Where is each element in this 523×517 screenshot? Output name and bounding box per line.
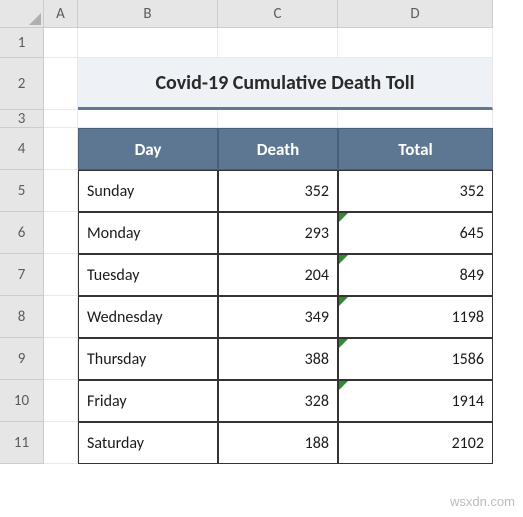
- table-cell-day[interactable]: Saturday: [78, 422, 218, 464]
- cell-a2[interactable]: [44, 58, 78, 110]
- cell-a5[interactable]: [44, 170, 78, 212]
- table-cell-death[interactable]: 204: [218, 254, 338, 296]
- table-cell-total[interactable]: 352: [338, 170, 493, 212]
- row-header-7[interactable]: 7: [0, 254, 44, 296]
- cell-c3[interactable]: [218, 110, 338, 128]
- cell-b3[interactable]: [78, 110, 218, 128]
- table-header-day[interactable]: Day: [78, 128, 218, 170]
- row-header-3[interactable]: 3: [0, 110, 44, 128]
- cell-a8[interactable]: [44, 296, 78, 338]
- col-header-c[interactable]: C: [218, 0, 338, 28]
- table-cell-total[interactable]: 1586: [338, 338, 493, 380]
- table-cell-death[interactable]: 349: [218, 296, 338, 338]
- table-cell-total[interactable]: 645: [338, 212, 493, 254]
- cell-a3[interactable]: [44, 110, 78, 128]
- row-header-2[interactable]: 2: [0, 58, 44, 110]
- table-cell-day[interactable]: Sunday: [78, 170, 218, 212]
- row-header-10[interactable]: 10: [0, 380, 44, 422]
- cell-a9[interactable]: [44, 338, 78, 380]
- cell-a11[interactable]: [44, 422, 78, 464]
- cell-a10[interactable]: [44, 380, 78, 422]
- table-cell-day[interactable]: Thursday: [78, 338, 218, 380]
- table-header-total[interactable]: Total: [338, 128, 493, 170]
- row-header-8[interactable]: 8: [0, 296, 44, 338]
- cell-c1[interactable]: [218, 28, 338, 58]
- table-cell-day[interactable]: Friday: [78, 380, 218, 422]
- table-cell-day[interactable]: Monday: [78, 212, 218, 254]
- table-cell-day[interactable]: Tuesday: [78, 254, 218, 296]
- cell-d3[interactable]: [338, 110, 493, 128]
- table-cell-total[interactable]: 849: [338, 254, 493, 296]
- cell-d1[interactable]: [338, 28, 493, 58]
- cell-a1[interactable]: [44, 28, 78, 58]
- row-header-6[interactable]: 6: [0, 212, 44, 254]
- table-cell-death[interactable]: 328: [218, 380, 338, 422]
- table-cell-total[interactable]: 2102: [338, 422, 493, 464]
- col-header-b[interactable]: B: [78, 0, 218, 28]
- row-header-11[interactable]: 11: [0, 422, 44, 464]
- table-cell-death[interactable]: 388: [218, 338, 338, 380]
- select-all-corner[interactable]: [0, 0, 44, 28]
- table-header-death[interactable]: Death: [218, 128, 338, 170]
- row-header-1[interactable]: 1: [0, 28, 44, 58]
- watermark-text: wsxdn.com: [450, 494, 515, 509]
- row-header-9[interactable]: 9: [0, 338, 44, 380]
- table-cell-total[interactable]: 1198: [338, 296, 493, 338]
- spreadsheet-grid: A B C D 1 2 Covid-19 Cumulative Death To…: [0, 0, 523, 464]
- col-header-d[interactable]: D: [338, 0, 493, 28]
- table-cell-death[interactable]: 352: [218, 170, 338, 212]
- table-cell-total[interactable]: 1914: [338, 380, 493, 422]
- title-cell[interactable]: Covid-19 Cumulative Death Toll: [78, 58, 493, 110]
- col-header-a[interactable]: A: [44, 0, 78, 28]
- table-cell-death[interactable]: 188: [218, 422, 338, 464]
- row-header-5[interactable]: 5: [0, 170, 44, 212]
- table-cell-day[interactable]: Wednesday: [78, 296, 218, 338]
- cell-a7[interactable]: [44, 254, 78, 296]
- cell-a4[interactable]: [44, 128, 78, 170]
- cell-b1[interactable]: [78, 28, 218, 58]
- row-header-4[interactable]: 4: [0, 128, 44, 170]
- table-cell-death[interactable]: 293: [218, 212, 338, 254]
- cell-a6[interactable]: [44, 212, 78, 254]
